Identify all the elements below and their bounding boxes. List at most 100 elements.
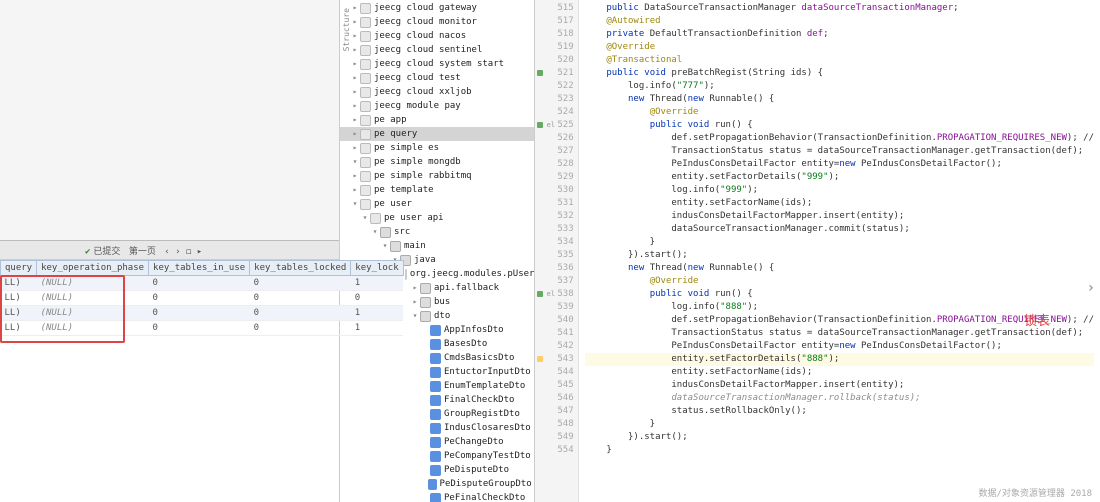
code-line[interactable]: entity.setFactorDetails("999");: [585, 171, 1094, 184]
tree-node[interactable]: ▾pe simple mongdb: [340, 155, 534, 169]
tree-node[interactable]: PeCompanyTestDto: [340, 449, 534, 463]
tree-node[interactable]: GroupRegistDto: [340, 407, 534, 421]
expand-icon[interactable]: ▸: [350, 29, 360, 43]
chevron-right-icon[interactable]: ›: [1087, 280, 1095, 296]
expand-icon[interactable]: ▸: [350, 57, 360, 71]
tree-node[interactable]: ▾pe user api: [340, 211, 534, 225]
code-line[interactable]: entity.setFactorName(ids);: [585, 197, 1094, 210]
table-row[interactable]: LL)(NULL)001: [1, 276, 404, 291]
expand-icon[interactable]: ▸: [410, 295, 420, 309]
code-line[interactable]: def.setPropagationBehavior(TransactionDe…: [585, 314, 1094, 327]
tree-node[interactable]: ▸jeecg cloud sentinel: [340, 43, 534, 57]
code-editor[interactable]: 515517518519520521522523524525el52652752…: [535, 0, 1100, 502]
tree-node[interactable]: PeChangeDto: [340, 435, 534, 449]
expand-icon[interactable]: ▸: [350, 113, 360, 127]
tree-node[interactable]: ▸jeecg cloud nacos: [340, 29, 534, 43]
expand-icon[interactable]: ▾: [350, 155, 360, 169]
table-cell[interactable]: 0: [250, 276, 351, 291]
code-line[interactable]: }: [585, 444, 1094, 457]
column-header[interactable]: key_operation_phase: [37, 261, 149, 276]
table-cell[interactable]: 1: [351, 321, 403, 336]
expand-icon[interactable]: ▸: [410, 281, 420, 295]
tree-node[interactable]: ▸pe template: [340, 183, 534, 197]
code-line[interactable]: def.setPropagationBehavior(TransactionDe…: [585, 132, 1094, 145]
column-header[interactable]: key_tables_in_use: [149, 261, 250, 276]
table-cell[interactable]: 0: [149, 291, 250, 306]
tree-node[interactable]: PeDisputeDto: [340, 463, 534, 477]
code-line[interactable]: TransactionStatus status = dataSourceTra…: [585, 327, 1094, 340]
table-cell[interactable]: (NULL): [37, 306, 149, 321]
db-result-grid[interactable]: querykey_operation_phasekey_tables_in_us…: [0, 260, 339, 502]
expand-icon[interactable]: ▸: [350, 71, 360, 85]
tree-node[interactable]: EnumTemplateDto: [340, 379, 534, 393]
tree-node[interactable]: ▸jeecg cloud system start: [340, 57, 534, 71]
table-cell[interactable]: 0: [250, 306, 351, 321]
code-line[interactable]: TransactionStatus status = dataSourceTra…: [585, 145, 1094, 158]
tree-node[interactable]: ▾pe user: [340, 197, 534, 211]
code-line[interactable]: new Thread(new Runnable() {: [585, 262, 1094, 275]
tree-node[interactable]: BasesDto: [340, 337, 534, 351]
table-cell[interactable]: 0: [351, 291, 403, 306]
expand-icon[interactable]: ▸: [350, 169, 360, 183]
code-line[interactable]: private DefaultTransactionDefinition def…: [585, 28, 1094, 41]
code-line[interactable]: @Transactional: [585, 54, 1094, 67]
tree-node[interactable]: ▾main: [340, 239, 534, 253]
code-line[interactable]: entity.setFactorDetails("888");: [585, 353, 1094, 366]
expand-icon[interactable]: ▾: [360, 211, 370, 225]
table-cell[interactable]: LL): [1, 321, 37, 336]
table-cell[interactable]: 0: [149, 321, 250, 336]
tree-node[interactable]: ▸pe simple rabbitmq: [340, 169, 534, 183]
code-line[interactable]: public void run() {: [585, 288, 1094, 301]
code-line[interactable]: dataSourceTransactionManager.rollback(st…: [585, 392, 1094, 405]
expand-icon[interactable]: ▸: [350, 99, 360, 113]
code-line[interactable]: }).start();: [585, 431, 1094, 444]
code-line[interactable]: new Thread(new Runnable() {: [585, 93, 1094, 106]
expand-icon[interactable]: ▾: [350, 197, 360, 211]
expand-icon[interactable]: ▾: [370, 225, 380, 239]
table-row[interactable]: LL)(NULL)001: [1, 321, 404, 336]
expand-icon[interactable]: ▾: [380, 239, 390, 253]
table-cell[interactable]: 0: [250, 291, 351, 306]
column-header[interactable]: key_lock: [351, 261, 403, 276]
table-cell[interactable]: (NULL): [37, 321, 149, 336]
code-line[interactable]: public DataSourceTransactionManager data…: [585, 2, 1094, 15]
code-line[interactable]: indusConsDetailFactorMapper.insert(entit…: [585, 210, 1094, 223]
tree-node[interactable]: IndusClosaresDto: [340, 421, 534, 435]
table-cell[interactable]: 0: [149, 276, 250, 291]
table-cell[interactable]: 1: [351, 306, 403, 321]
code-line[interactable]: }: [585, 418, 1094, 431]
table-cell[interactable]: LL): [1, 306, 37, 321]
tree-node[interactable]: ▾src: [340, 225, 534, 239]
tree-node[interactable]: ▸jeecg cloud gateway: [340, 1, 534, 15]
table-cell[interactable]: (NULL): [37, 291, 149, 306]
table-cell[interactable]: (NULL): [37, 276, 149, 291]
expand-icon[interactable]: ▸: [350, 85, 360, 99]
code-line[interactable]: PeIndusConsDetailFactor entity=new PeInd…: [585, 340, 1094, 353]
code-line[interactable]: @Override: [585, 275, 1094, 288]
code-line[interactable]: public void run() {: [585, 119, 1094, 132]
code-line[interactable]: @Override: [585, 41, 1094, 54]
expand-icon[interactable]: ▸: [350, 1, 360, 15]
code-line[interactable]: log.info("999");: [585, 184, 1094, 197]
code-line[interactable]: }).start();: [585, 249, 1094, 262]
structure-tab[interactable]: Structure: [342, 8, 351, 51]
code-line[interactable]: dataSourceTransactionManager.commit(stat…: [585, 223, 1094, 236]
expand-icon[interactable]: ▾: [410, 309, 420, 323]
column-header[interactable]: query: [1, 261, 37, 276]
tree-node[interactable]: ▸pe query: [340, 127, 534, 141]
code-line[interactable]: entity.setFactorName(ids);: [585, 366, 1094, 379]
tree-node[interactable]: EntuctorInputDto: [340, 365, 534, 379]
column-header[interactable]: key_tables_locked: [250, 261, 351, 276]
code-line[interactable]: }: [585, 236, 1094, 249]
tree-node[interactable]: ▸jeecg cloud monitor: [340, 15, 534, 29]
editor-content[interactable]: public DataSourceTransactionManager data…: [579, 0, 1100, 502]
expand-icon[interactable]: ▸: [350, 141, 360, 155]
tree-node[interactable]: ▸pe simple es: [340, 141, 534, 155]
code-line[interactable]: indusConsDetailFactorMapper.insert(entit…: [585, 379, 1094, 392]
table-cell[interactable]: LL): [1, 291, 37, 306]
code-line[interactable]: public void preBatchRegist(String ids) {: [585, 67, 1094, 80]
code-line[interactable]: PeIndusConsDetailFactor entity=new PeInd…: [585, 158, 1094, 171]
tree-node[interactable]: PeDisputeGroupDto: [340, 477, 534, 491]
code-line[interactable]: @Autowired: [585, 15, 1094, 28]
code-line[interactable]: @Override: [585, 106, 1094, 119]
